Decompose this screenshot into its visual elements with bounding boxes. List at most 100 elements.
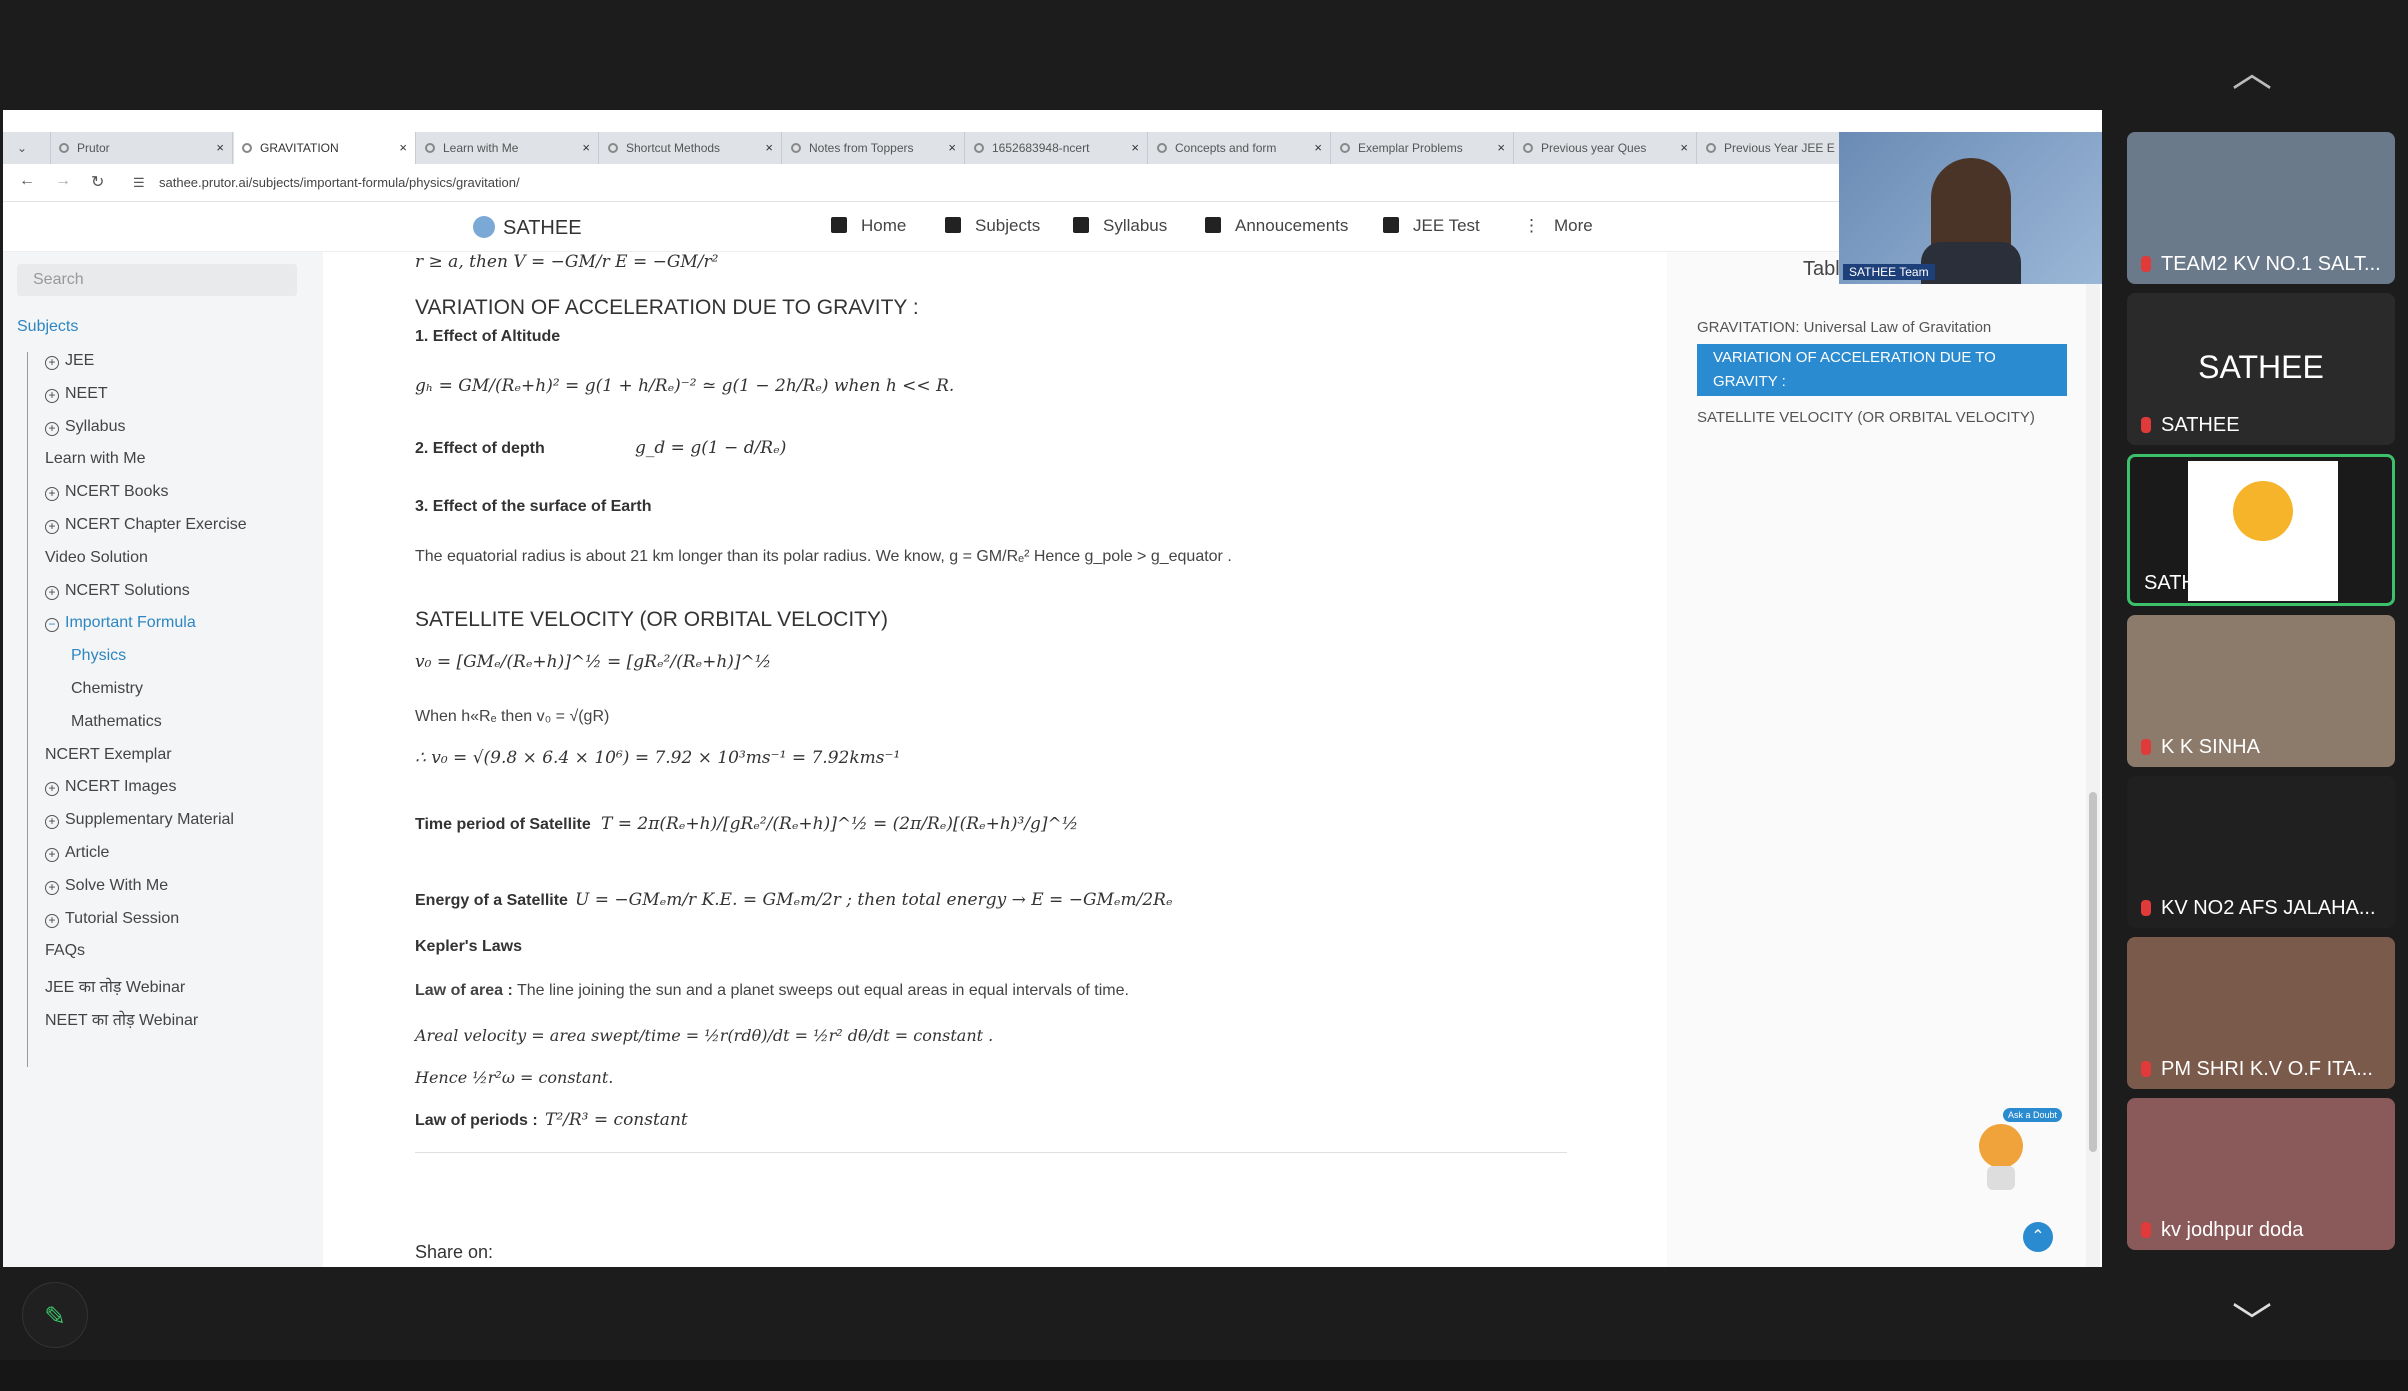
url-field[interactable]: sathee.prutor.ai/subjects/important-form… <box>159 175 520 190</box>
law-of-area: Law of area : The line joining the sun a… <box>415 982 1129 1000</box>
close-tab-icon[interactable]: × <box>582 132 590 164</box>
search-input[interactable]: Search <box>17 264 297 296</box>
tab-label: Previous Year JEE E <box>1724 141 1835 155</box>
expand-icon[interactable]: + <box>45 815 59 830</box>
toc-item-variation[interactable]: VARIATION OF ACCELERATION DUE TO GRAVITY… <box>1697 344 2067 396</box>
expand-icon[interactable]: + <box>45 487 59 502</box>
participant-tile[interactable]: SATHEE Team <box>2127 454 2395 606</box>
reload-icon[interactable]: ↻ <box>91 172 104 192</box>
browser-tab[interactable]: Prutor × <box>51 132 233 164</box>
close-tab-icon[interactable]: × <box>948 132 956 164</box>
close-tab-icon[interactable]: × <box>1314 132 1322 164</box>
expand-icon[interactable]: + <box>45 782 59 797</box>
sidebar-item[interactable]: Physics <box>71 647 126 665</box>
expand-icon[interactable]: + <box>45 585 59 600</box>
collapse-icon[interactable]: − <box>45 618 59 633</box>
expand-icon[interactable]: + <box>45 880 59 895</box>
sidebar-item[interactable]: + Article <box>45 844 109 862</box>
chevron-down-icon[interactable]: ﹀ <box>2232 1290 2272 1348</box>
close-tab-icon[interactable]: × <box>1680 132 1688 164</box>
nav-subjects[interactable]: Subjects <box>945 216 1040 236</box>
book-icon <box>945 217 961 233</box>
close-tab-icon[interactable]: × <box>1497 132 1505 164</box>
sidebar-item[interactable]: + Solve With Me <box>45 877 168 895</box>
nav-more[interactable]: ⋮ More <box>1523 216 1593 236</box>
altitude-formula: gₕ = GM/(Rₑ+h)² = g(1 + h/Rₑ)⁻² ≃ g(1 − … <box>415 376 955 396</box>
sidebar-item[interactable]: + Syllabus <box>45 418 125 436</box>
sidebar-item[interactable]: JEE का तोड़ Webinar <box>45 975 185 997</box>
ask-doubt-bot[interactable]: Ask a Doubt <box>1969 1108 2063 1194</box>
page-scrollbar[interactable] <box>2086 252 2100 1267</box>
depth-formula: g_d = g(1 − d/Rₑ) <box>635 438 787 458</box>
sidebar-item-label: Tutorial Session <box>65 909 180 927</box>
tab-favicon-icon <box>425 143 435 153</box>
energy-title: Energy of a Satellite <box>415 892 568 909</box>
sidebar-item[interactable]: + Tutorial Session <box>45 910 179 928</box>
sidebar-item[interactable]: Chemistry <box>71 680 143 698</box>
tab-list-button[interactable]: ⌄ <box>3 132 51 164</box>
close-tab-icon[interactable]: × <box>1131 132 1139 164</box>
sidebar-item[interactable]: − Important Formula <box>45 614 196 633</box>
forward-icon[interactable]: → <box>55 172 71 190</box>
expand-icon[interactable]: + <box>45 848 59 862</box>
browser-tab[interactable]: Concepts and form × <box>1149 132 1331 164</box>
expand-icon[interactable]: + <box>45 388 59 403</box>
nav-jee-test[interactable]: JEE Test <box>1383 216 1480 236</box>
expand-icon[interactable]: + <box>45 356 59 370</box>
participant-tile[interactable]: K K SINHA <box>2127 615 2395 767</box>
participant-tile[interactable]: TEAM2 KV NO.1 SALT... <box>2127 132 2395 284</box>
sidebar-item[interactable]: + Supplementary Material <box>45 811 234 830</box>
toc-item-gravitation[interactable]: GRAVITATION: Universal Law of Gravitatio… <box>1697 316 2067 340</box>
sidebar-item[interactable]: NCERT Exemplar <box>45 746 172 764</box>
nav-announcements[interactable]: Annoucements <box>1205 216 1348 236</box>
sidebar-item[interactable]: NEET का तोड़ Webinar <box>45 1008 198 1030</box>
site-info-icon[interactable]: ☰ <box>133 175 145 191</box>
participant-name: kv jodhpur doda <box>2141 1219 2303 1242</box>
nav-home[interactable]: Home <box>831 216 906 236</box>
browser-tab[interactable]: Previous year Ques × <box>1515 132 1697 164</box>
browser-tab[interactable]: Exemplar Problems × <box>1332 132 1514 164</box>
close-tab-icon[interactable]: × <box>765 132 773 164</box>
browser-tab[interactable]: Notes from Toppers × <box>783 132 965 164</box>
back-icon[interactable]: ← <box>19 172 35 190</box>
speaker-video[interactable]: SATHEE Team <box>1839 132 2102 284</box>
chevron-up-icon[interactable]: ︿ <box>2232 40 2272 98</box>
participant-tile[interactable]: KV NO2 AFS JALAHA... <box>2127 776 2395 928</box>
sidebar-item-label: FAQs <box>45 942 86 960</box>
participant-name-text: SATHEE Team <box>2144 572 2277 594</box>
browser-tab[interactable]: 1652683948-ncert × <box>966 132 1148 164</box>
sidebar-item-label: Article <box>65 844 110 861</box>
browser-tab[interactable]: Shortcut Methods × <box>600 132 782 164</box>
browser-tab[interactable]: GRAVITATION × <box>234 132 416 164</box>
sidebar-item[interactable]: Mathematics <box>71 713 162 731</box>
sidebar-item[interactable]: + NCERT Chapter Exercise <box>45 516 247 534</box>
toc-item-satellite[interactable]: SATELLITE VELOCITY (OR ORBITAL VELOCITY) <box>1697 406 2037 430</box>
sidebar-item[interactable]: + NCERT Solutions <box>45 582 190 600</box>
scroll-top-icon[interactable]: ⌃ <box>2023 1222 2053 1252</box>
close-tab-icon[interactable]: × <box>216 132 224 164</box>
participant-tile[interactable]: SATHEE SATHEE <box>2127 293 2395 445</box>
browser-tab[interactable]: Learn with Me × <box>417 132 599 164</box>
sidebar-item[interactable]: + NCERT Books <box>45 483 168 502</box>
scrollbar-thumb[interactable] <box>2089 792 2097 1152</box>
expand-icon[interactable]: + <box>45 913 59 928</box>
sidebar-item[interactable]: + NCERT Images <box>45 778 176 797</box>
sidebar-item[interactable]: Video Solution <box>45 549 148 567</box>
sidebar-item[interactable]: + JEE <box>45 352 94 370</box>
expand-icon[interactable]: + <box>45 520 59 534</box>
law-of-area-text: The line joining the sun and a planet sw… <box>516 982 1129 999</box>
participant-tile[interactable]: PM SHRI K.V O.F ITA... <box>2127 937 2395 1089</box>
pencil-icon[interactable]: ✎ <box>22 1282 88 1348</box>
sidebar-item[interactable]: Learn with Me <box>45 450 146 468</box>
expand-icon[interactable]: + <box>45 421 59 436</box>
sidebar-item-label: Video Solution <box>45 548 148 566</box>
sidebar-item[interactable]: + NEET <box>45 385 108 403</box>
participant-tile[interactable]: kv jodhpur doda <box>2127 1098 2395 1250</box>
nav-syllabus[interactable]: Syllabus <box>1073 216 1167 236</box>
depth-title: 2. Effect of depth <box>415 440 545 457</box>
close-tab-icon[interactable]: × <box>399 132 407 164</box>
sidebar-header-subjects[interactable]: Subjects <box>17 318 78 336</box>
site-logo[interactable]: SATHEE <box>473 216 582 240</box>
sidebar-item-label: NEET <box>65 384 108 402</box>
sidebar-item[interactable]: FAQs <box>45 942 85 960</box>
